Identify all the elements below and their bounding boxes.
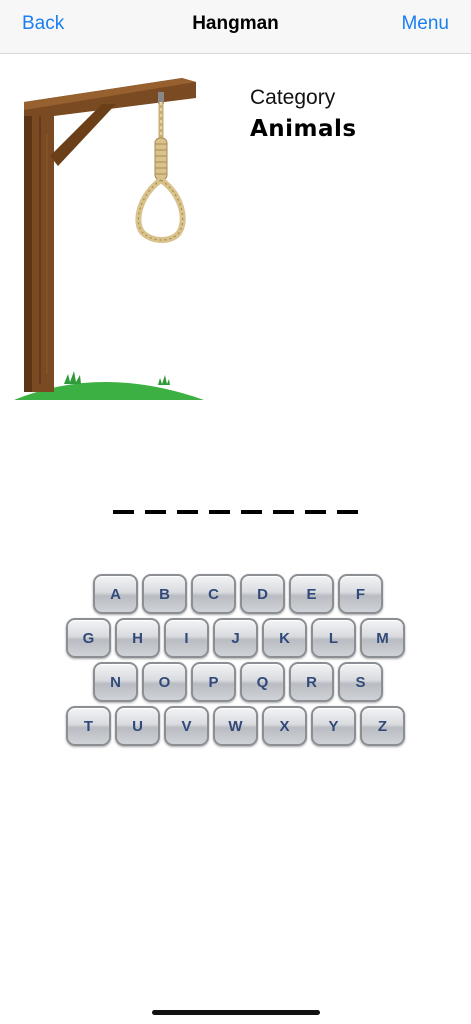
key-c[interactable]: C	[191, 574, 236, 614]
noose-loop	[135, 176, 186, 243]
key-z[interactable]: Z	[360, 706, 405, 746]
key-p[interactable]: P	[191, 662, 236, 702]
grass-tuft-right	[158, 375, 170, 385]
letter-blank	[209, 510, 230, 514]
home-indicator[interactable]	[152, 1010, 320, 1015]
letter-blank	[113, 510, 134, 514]
key-x[interactable]: X	[262, 706, 307, 746]
key-y[interactable]: Y	[311, 706, 356, 746]
key-u[interactable]: U	[115, 706, 160, 746]
key-v[interactable]: V	[164, 706, 209, 746]
letter-blank	[145, 510, 166, 514]
key-q[interactable]: Q	[240, 662, 285, 702]
key-t[interactable]: T	[66, 706, 111, 746]
letter-blank	[337, 510, 358, 514]
key-n[interactable]: N	[93, 662, 138, 702]
key-a[interactable]: A	[93, 574, 138, 614]
category-value: Animals	[250, 116, 357, 142]
key-k[interactable]: K	[262, 618, 307, 658]
key-j[interactable]: J	[213, 618, 258, 658]
letter-blank	[241, 510, 262, 514]
gallows-illustration	[14, 78, 204, 400]
key-l[interactable]: L	[311, 618, 356, 658]
key-e[interactable]: E	[289, 574, 334, 614]
keyboard-row: GHIJKLM	[66, 618, 405, 658]
keyboard-row: NOPQRS	[93, 662, 383, 702]
keyboard-row: TUVWXYZ	[66, 706, 405, 746]
letter-blank	[305, 510, 326, 514]
grass-tuft-middle	[64, 371, 81, 384]
key-b[interactable]: B	[142, 574, 187, 614]
menu-button[interactable]: Menu	[401, 13, 449, 35]
key-o[interactable]: O	[142, 662, 187, 702]
key-g[interactable]: G	[66, 618, 111, 658]
key-i[interactable]: I	[164, 618, 209, 658]
hidden-word	[113, 510, 358, 514]
key-d[interactable]: D	[240, 574, 285, 614]
letter-blank	[273, 510, 294, 514]
category-label: Category	[250, 86, 336, 109]
keyboard-row: ABCDEF	[93, 574, 383, 614]
navigation-bar: Back Hangman Menu	[0, 0, 471, 54]
letter-blank	[177, 510, 198, 514]
key-m[interactable]: M	[360, 618, 405, 658]
key-s[interactable]: S	[338, 662, 383, 702]
key-w[interactable]: W	[213, 706, 258, 746]
page-title: Hangman	[192, 13, 279, 34]
key-f[interactable]: F	[338, 574, 383, 614]
key-h[interactable]: H	[115, 618, 160, 658]
key-r[interactable]: R	[289, 662, 334, 702]
